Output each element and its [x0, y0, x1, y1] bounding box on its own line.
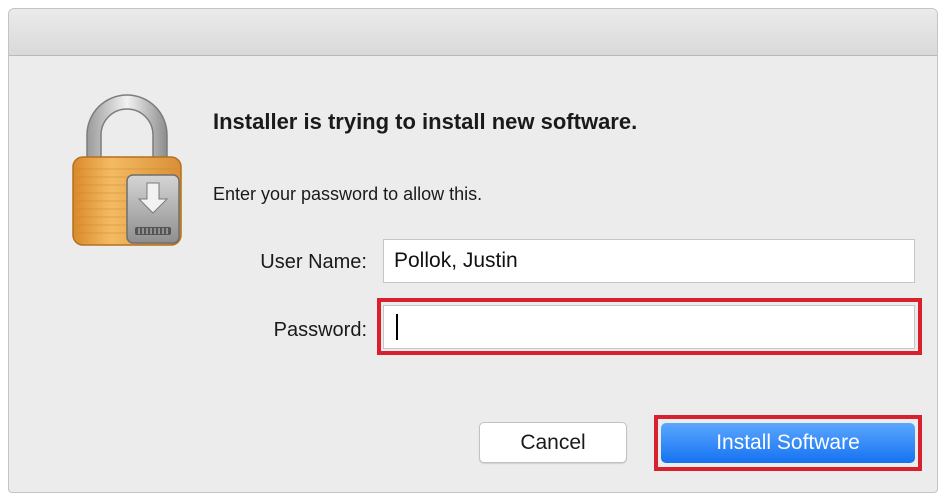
username-label: User Name:	[260, 251, 367, 273]
dialog-instruction: Enter your password to allow this.	[213, 184, 483, 204]
text-caret	[396, 314, 398, 340]
cancel-button[interactable]: Cancel	[479, 422, 627, 463]
install-software-button[interactable]: Install Software	[661, 423, 915, 463]
dialog-heading: Installer is trying to install new softw…	[213, 109, 638, 134]
dialog-titlebar[interactable]	[9, 9, 937, 56]
password-field[interactable]	[383, 305, 915, 349]
lock-installer-icon	[65, 91, 189, 251]
authentication-dialog: Installer is trying to install new softw…	[8, 8, 938, 493]
password-label: Password:	[273, 319, 367, 341]
username-field[interactable]: Pollok, Justin	[383, 239, 915, 283]
